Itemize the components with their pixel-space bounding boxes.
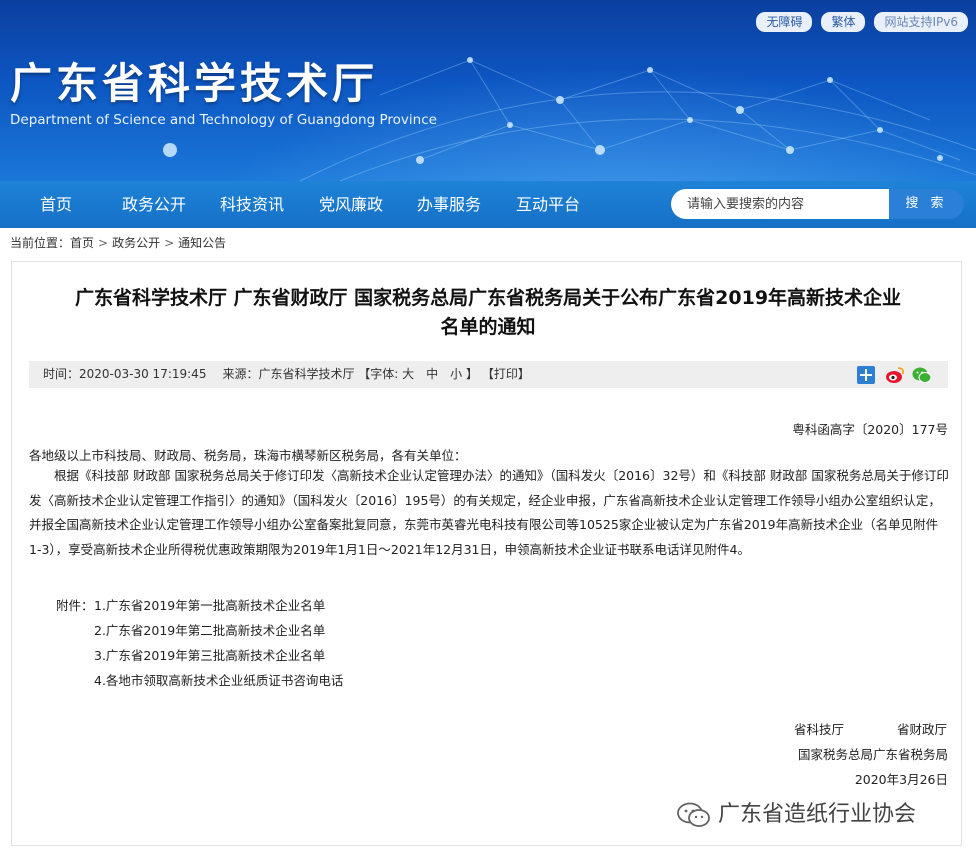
article-meta-text: 时间：2020-03-30 17:19:45 来源：广东省科学技术厅 【字体: 大… bbox=[43, 361, 530, 388]
breadcrumb-separator: > bbox=[98, 236, 109, 250]
publish-time: 时间：2020-03-30 17:19:45 bbox=[43, 367, 207, 381]
site-banner: 广东省科学技术厅 Department of Science and Techn… bbox=[0, 0, 976, 181]
attachments-label: 附件： bbox=[56, 598, 94, 613]
breadcrumb-separator: > bbox=[164, 236, 175, 250]
top-utility-buttons: 无障碍 繁体 网站支持IPv6 bbox=[756, 12, 968, 32]
document-number: 粤科函高字〔2020〕177号 bbox=[792, 422, 948, 437]
article-title-line1: 广东省科学技术厅 广东省财政厅 国家税务总局广东省税务局关于公布广东省2019年… bbox=[74, 287, 902, 309]
watermark-text: 广东省造纸行业协会 bbox=[718, 802, 917, 827]
share-plus-icon[interactable] bbox=[857, 366, 875, 384]
article-meta-bar: 时间：2020-03-30 17:19:45 来源：广东省科学技术厅 【字体: 大… bbox=[29, 361, 948, 388]
breadcrumb-gov-affairs[interactable]: 政务公开 bbox=[112, 236, 160, 250]
print-link[interactable]: 【打印】 bbox=[482, 367, 530, 381]
attachment-item[interactable]: 1.广东省2019年第一批高新技术企业名单 bbox=[94, 595, 325, 614]
nav-item-interaction[interactable]: 互动平台 bbox=[516, 181, 580, 228]
site-title: 广东省科学技术厅 bbox=[10, 59, 379, 108]
attachment-item[interactable]: 3.广东省2019年第三批高新技术企业名单 bbox=[94, 645, 325, 664]
breadcrumb-home[interactable]: 首页 bbox=[70, 236, 94, 250]
article-source: 来源：广东省科学技术厅 bbox=[222, 367, 355, 381]
font-size-switcher[interactable]: 【字体: 大 中 小 】 bbox=[358, 367, 478, 381]
watermark: 广东省造纸行业协会 bbox=[676, 796, 916, 829]
signature-date: 2020年3月26日 bbox=[854, 772, 948, 787]
article-title: 广东省科学技术厅 广东省财政厅 国家税务总局广东省税务局关于公布广东省2019年… bbox=[29, 284, 947, 342]
traditional-chinese-button[interactable]: 繁体 bbox=[821, 12, 866, 32]
ipv6-badge[interactable]: 网站支持IPv6 bbox=[874, 12, 968, 32]
salutation: 各地级以上市科技局、财政局、税务局，珠海市横琴新区税务局，各有关单位： bbox=[29, 448, 467, 463]
breadcrumb-notices[interactable]: 通知公告 bbox=[178, 236, 226, 250]
search-box: 搜 索 bbox=[671, 189, 964, 219]
wechat-icon[interactable] bbox=[912, 366, 932, 384]
search-button[interactable]: 搜 索 bbox=[889, 189, 964, 219]
nav-item-home[interactable]: 首页 bbox=[40, 181, 72, 228]
signature-tax: 国家税务总局广东省税务局 bbox=[797, 747, 948, 762]
nav-item-services[interactable]: 办事服务 bbox=[417, 181, 481, 228]
nav-item-tech-news[interactable]: 科技资讯 bbox=[220, 181, 284, 228]
site-subtitle: Department of Science and Technology of … bbox=[10, 112, 437, 128]
signature-finance: 省财政厅 bbox=[897, 722, 948, 737]
article-paragraph: 根据《科技部 财政部 国家税务总局关于修订印发〈高新技术企业认定管理办法〉的通知… bbox=[29, 468, 949, 557]
attachment-item[interactable]: 4.各地市领取高新技术企业纸质证书咨询电话 bbox=[94, 670, 343, 689]
breadcrumb-prefix: 当前位置： bbox=[10, 236, 71, 250]
accessibility-button[interactable]: 无障碍 bbox=[756, 12, 813, 32]
nav-item-party-integrity[interactable]: 党风廉政 bbox=[319, 181, 383, 228]
wechat-watermark-icon bbox=[677, 802, 710, 827]
search-input[interactable] bbox=[671, 189, 889, 219]
article-title-line2: 名单的通知 bbox=[440, 316, 536, 338]
signature-sti: 省科技厅 bbox=[794, 722, 845, 737]
attachment-item[interactable]: 2.广东省2019年第二批高新技术企业名单 bbox=[94, 620, 325, 639]
weibo-icon[interactable] bbox=[885, 366, 905, 384]
nav-item-gov-affairs[interactable]: 政务公开 bbox=[122, 181, 186, 228]
breadcrumb: 当前位置：首页 > 政务公开 > 通知公告 bbox=[10, 234, 226, 251]
